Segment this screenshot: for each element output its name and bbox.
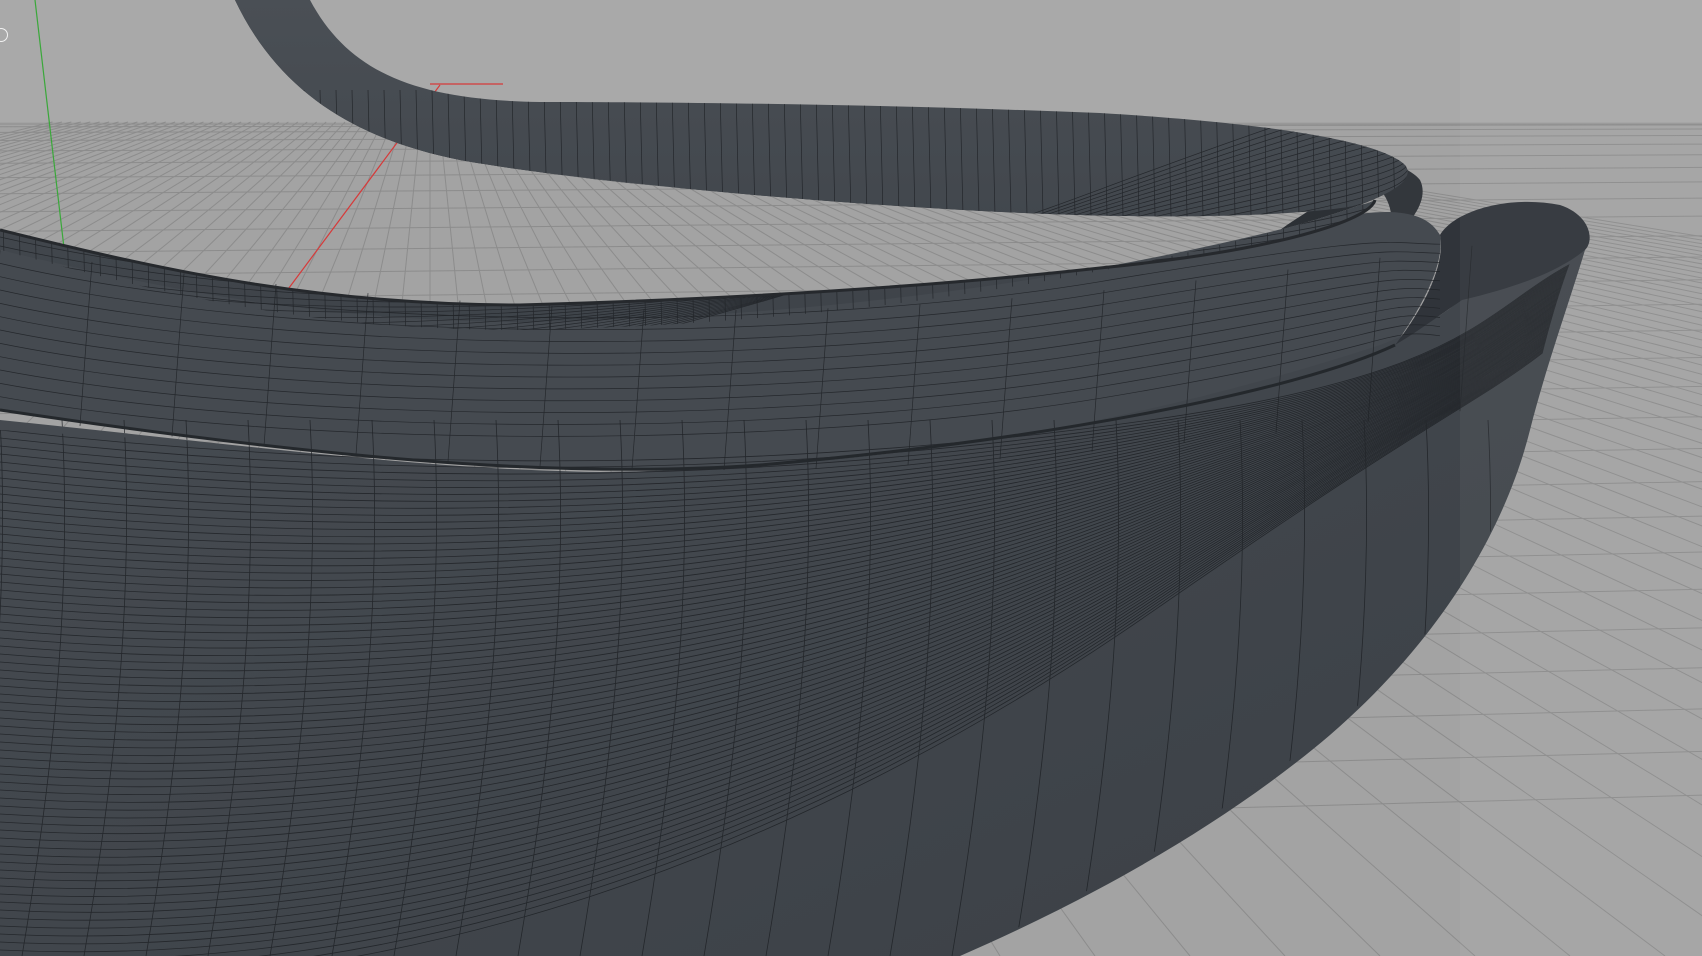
3d-viewport[interactable] (0, 0, 1702, 956)
scene-canvas[interactable] (0, 0, 1702, 956)
